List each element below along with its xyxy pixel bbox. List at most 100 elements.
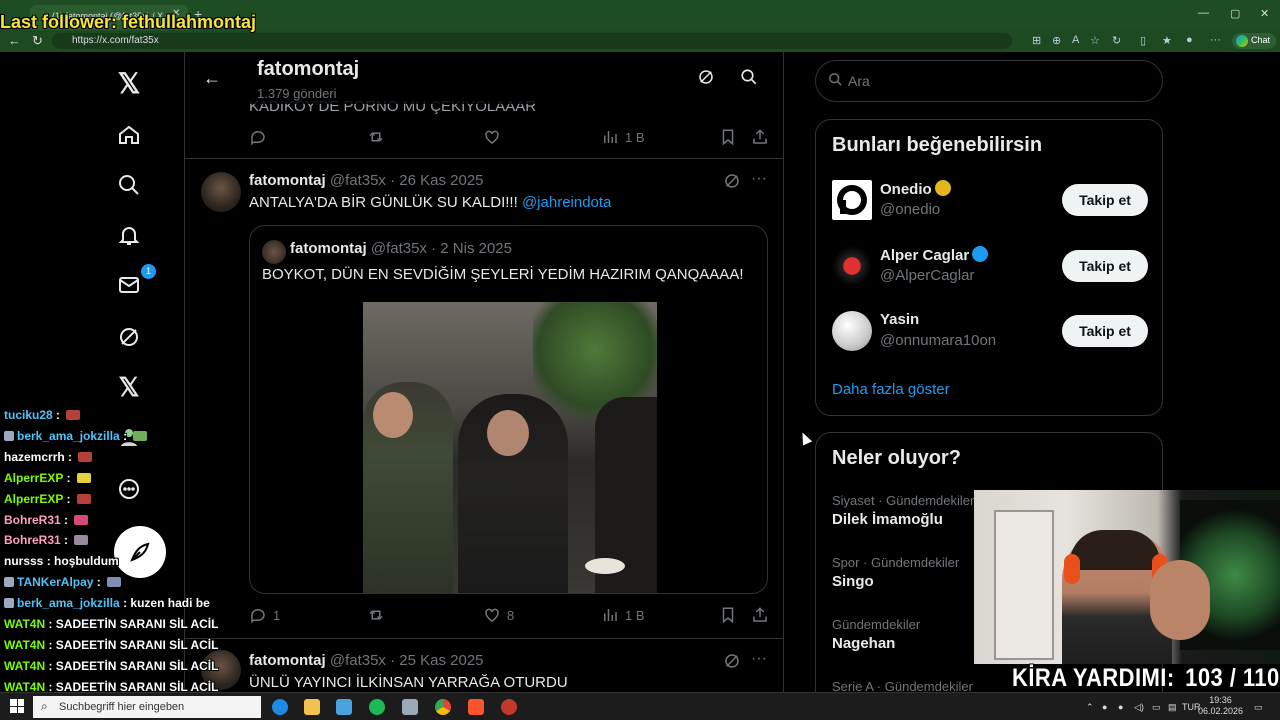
grok-icon[interactable] xyxy=(112,320,146,354)
suggestion-onedio[interactable]: Onedio @onedio Takip et xyxy=(832,180,1148,224)
file-explorer-icon[interactable] xyxy=(304,699,320,715)
messages-icon[interactable]: 1 xyxy=(112,264,156,302)
network-icon[interactable]: ▤ xyxy=(1168,702,1177,713)
apps-icon[interactable]: ⊞ xyxy=(1032,34,1041,47)
chat-badge-icon xyxy=(4,577,14,588)
windows-start-icon[interactable] xyxy=(10,699,24,713)
like-icon[interactable] xyxy=(483,128,501,146)
suggestion-yasin[interactable]: Yasin @onnumara10on Takip et xyxy=(832,311,1148,355)
notifications-icon[interactable]: ▭ xyxy=(1254,702,1263,713)
chat-username: nursss xyxy=(4,554,44,569)
chrome-icon[interactable] xyxy=(435,699,451,715)
back-arrow-icon[interactable]: ← xyxy=(203,68,221,89)
taskbar-search-input[interactable]: ⌕ Suchbegriff hier eingeben xyxy=(33,696,261,718)
author-handle[interactable]: @fat35x xyxy=(330,652,386,669)
more-menu-icon[interactable] xyxy=(112,472,146,506)
share-icon[interactable] xyxy=(751,128,769,146)
show-more-link[interactable]: Daha fazla göster xyxy=(832,381,950,398)
minimize-icon[interactable]: — xyxy=(1198,7,1209,19)
tweet-date[interactable]: 25 Kas 2025 xyxy=(399,652,483,669)
spotify-icon[interactable] xyxy=(369,699,385,715)
read-aloud-icon[interactable]: A xyxy=(1072,34,1079,46)
follow-button[interactable]: Takip et xyxy=(1062,250,1148,282)
search-profile-icon[interactable] xyxy=(740,68,758,91)
follow-button[interactable]: Takip et xyxy=(1062,315,1148,347)
repost-icon[interactable] xyxy=(367,128,385,146)
grok-explain-icon[interactable] xyxy=(723,652,741,675)
views-icon[interactable]: 1 B xyxy=(601,128,645,146)
suggestion-name: Alper Caglar xyxy=(880,246,989,264)
store-icon[interactable] xyxy=(336,699,352,715)
back-icon[interactable]: ← xyxy=(8,33,21,48)
reply-icon[interactable]: 1 xyxy=(249,606,280,624)
explore-icon[interactable] xyxy=(112,168,146,202)
profile-icon[interactable]: ● xyxy=(1186,34,1193,46)
copilot-chat-button[interactable]: Chat xyxy=(1232,33,1276,49)
reply-icon[interactable] xyxy=(249,128,267,146)
obs-icon[interactable] xyxy=(501,699,517,715)
more-icon[interactable]: ··· xyxy=(1210,34,1221,46)
like-icon[interactable]: 8 xyxy=(483,606,514,624)
brave-icon[interactable] xyxy=(468,699,484,715)
tweet-date[interactable]: 26 Kas 2025 xyxy=(399,172,483,189)
calculator-icon[interactable] xyxy=(402,699,418,715)
volume-icon[interactable]: ◁) xyxy=(1134,702,1144,713)
tray-mic-icon[interactable]: ● xyxy=(1118,702,1123,712)
share-icon[interactable] xyxy=(751,606,769,624)
grok-explain-icon[interactable] xyxy=(723,172,741,195)
copilot-icon xyxy=(1236,35,1248,47)
author-handle[interactable]: @fat35x xyxy=(330,172,386,189)
streamer-hair xyxy=(1070,530,1160,570)
home-icon[interactable] xyxy=(112,118,146,152)
favorite-icon[interactable]: ☆ xyxy=(1090,34,1100,47)
favorites-icon[interactable]: ★ xyxy=(1162,34,1172,47)
bookmark-icon[interactable] xyxy=(719,128,737,146)
search-input[interactable]: Ara xyxy=(815,60,1163,102)
profile-name: fatomontaj xyxy=(257,58,360,80)
chat-emote-icon xyxy=(66,410,81,420)
repost-icon[interactable] xyxy=(367,606,385,624)
views-count: 1 B xyxy=(625,129,645,145)
premium-x-icon[interactable]: 𝕏 xyxy=(112,370,146,404)
avatar[interactable] xyxy=(201,172,241,212)
tray-expand-icon[interactable]: ⌃ xyxy=(1086,702,1094,713)
more-options-icon[interactable]: ··· xyxy=(751,650,767,668)
chat-separator: : xyxy=(119,428,131,443)
compose-post-button[interactable] xyxy=(114,526,166,578)
quoted-tweet[interactable]: fatomontaj @fat35x · 2 Nis 2025 BOYKOT, … xyxy=(249,225,768,594)
author-name[interactable]: fatomontaj xyxy=(249,172,326,189)
notifications-icon[interactable] xyxy=(112,218,146,252)
suggestion-alper-caglar[interactable]: Alper Caglar @AlperCaglar Takip et xyxy=(832,246,1148,290)
address-bar-row: ← ↻ https://x.com/fat35x ⊞ ⊕ A ☆ ↻ ▯ ★ ●… xyxy=(0,30,1280,52)
windows-taskbar: ⌕ Suchbegriff hier eingeben ⌃ ● ● ◁) ▭ ▤… xyxy=(0,692,1280,720)
headphone-left xyxy=(1064,554,1080,584)
x-logo-icon[interactable]: 𝕏 xyxy=(112,66,146,100)
follow-button[interactable]: Takip et xyxy=(1062,184,1148,216)
more-options-icon[interactable]: ··· xyxy=(751,170,767,188)
url-field[interactable]: https://x.com/fat35x xyxy=(52,33,1012,49)
tray-app-icon[interactable]: ● xyxy=(1102,702,1107,712)
chat-message: TANKerAlpay : xyxy=(4,575,122,589)
separator-dot: · xyxy=(390,652,396,669)
maximize-icon[interactable]: ▢ xyxy=(1230,7,1240,20)
chat-message: AlperrEXP : xyxy=(4,471,91,485)
chat-message: berk_ama_jokzilla : xyxy=(4,428,148,443)
author-name[interactable]: fatomontaj xyxy=(249,652,326,669)
chat-emote-icon xyxy=(76,493,91,504)
mention-link[interactable]: @jahreindota xyxy=(522,194,611,211)
extensions-icon[interactable]: ↻ xyxy=(1112,34,1121,47)
edge-icon[interactable] xyxy=(272,699,288,715)
chat-separator: : xyxy=(63,470,74,485)
grok-summary-icon[interactable] xyxy=(697,68,715,91)
bookmark-icon[interactable] xyxy=(719,606,737,624)
last-follower-overlay: Last follower: fethullahmontaj xyxy=(0,12,257,32)
taskbar-clock[interactable]: 19:36 06.02.2026 xyxy=(1198,695,1243,717)
tray-device-icon[interactable]: ▭ xyxy=(1152,702,1161,713)
refresh-icon[interactable]: ↻ xyxy=(32,33,43,49)
split-screen-icon[interactable]: ▯ xyxy=(1140,34,1146,47)
quote-video-thumbnail[interactable] xyxy=(363,302,657,593)
zoom-icon[interactable]: ⊕ xyxy=(1052,34,1061,47)
views-icon[interactable]: 1 B xyxy=(601,606,645,624)
tweet-text: ÜNLÜ YAYINCI İLKİNSAN YARRAĞA OTURDU xyxy=(249,674,568,691)
close-window-icon[interactable]: ✕ xyxy=(1260,7,1269,20)
